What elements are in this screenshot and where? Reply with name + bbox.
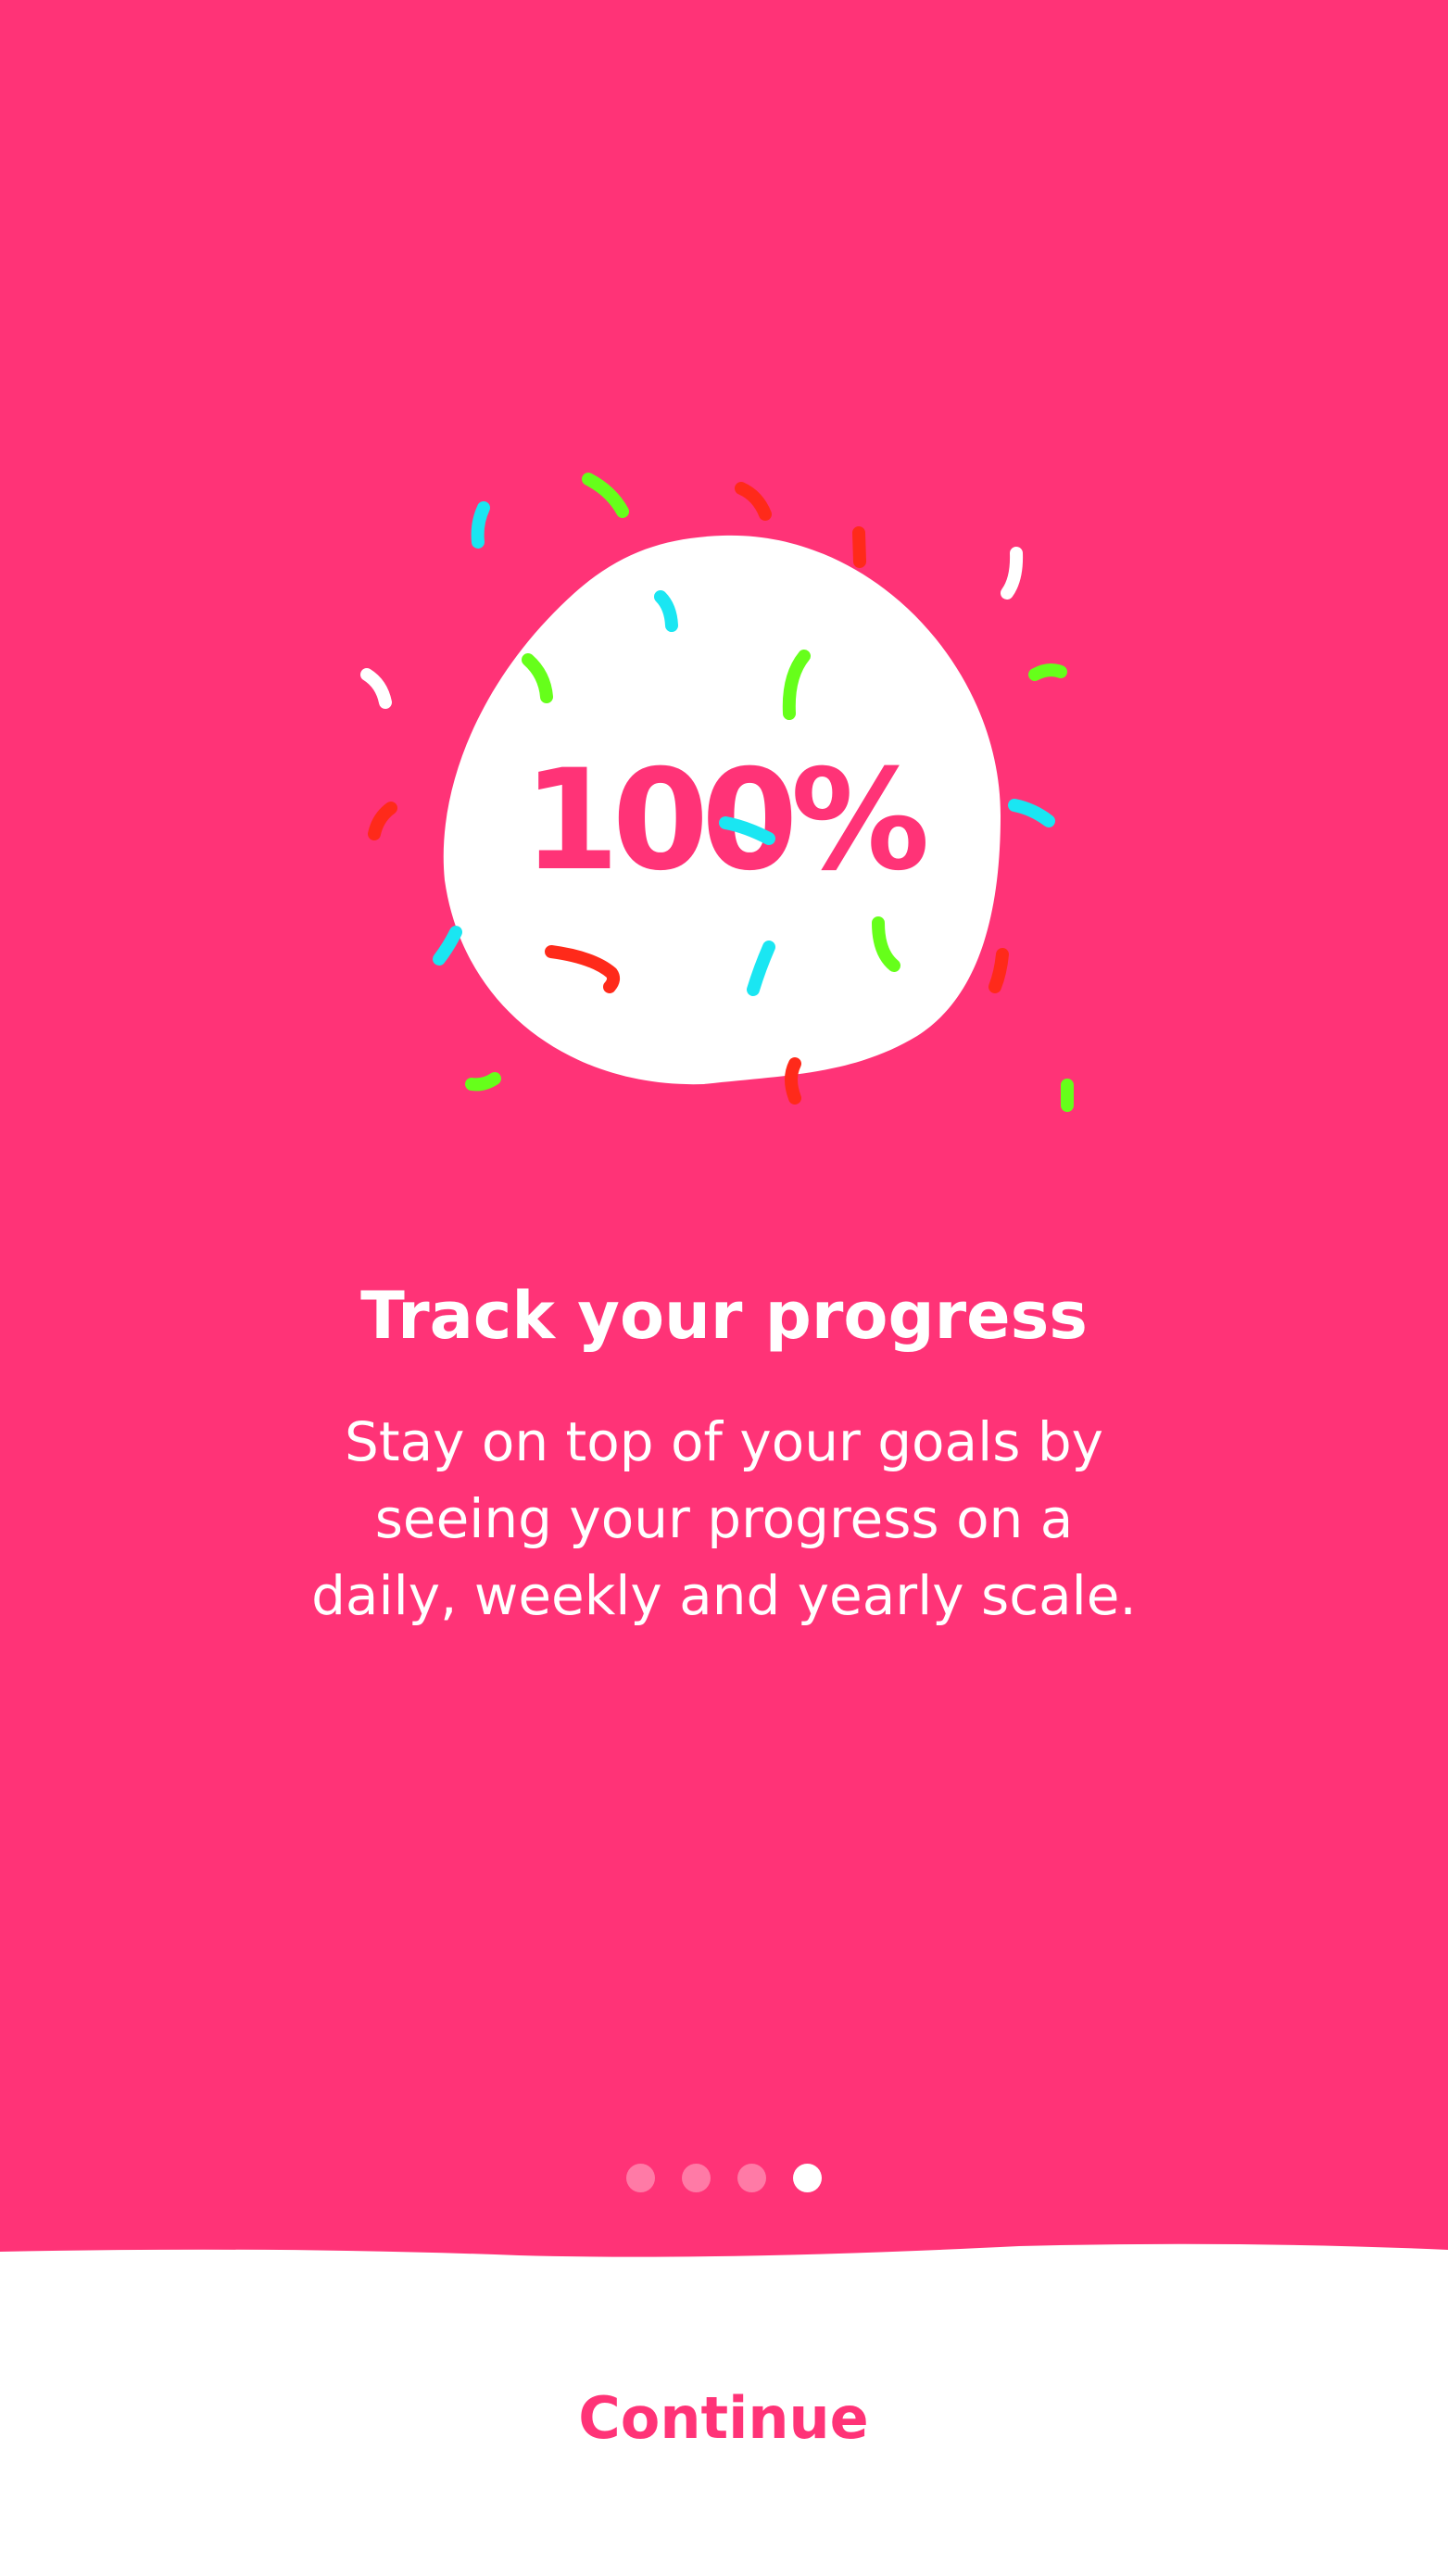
onboarding-description: Stay on top of your goals by seeing your… — [241, 1404, 1207, 1635]
onboarding-screen: 100% Track your progress Stay on top of … — [0, 0, 1448, 2576]
onboarding-title: Track your progress — [360, 1278, 1088, 1354]
description-line: seeing your progress on a — [374, 1487, 1074, 1550]
page-dot-3[interactable] — [737, 2163, 766, 2192]
page-dot-2[interactable] — [682, 2163, 711, 2192]
page-dot-1[interactable] — [626, 2163, 655, 2192]
description-line: daily, weekly and yearly scale. — [311, 1564, 1137, 1627]
progress-illustration: 100% — [360, 473, 1074, 1112]
continue-button[interactable]: Continue — [492, 2372, 955, 2465]
page-indicator — [0, 2162, 1448, 2193]
description-line: Stay on top of your goals by — [345, 1410, 1103, 1473]
page-dot-4-active[interactable] — [793, 2163, 822, 2192]
